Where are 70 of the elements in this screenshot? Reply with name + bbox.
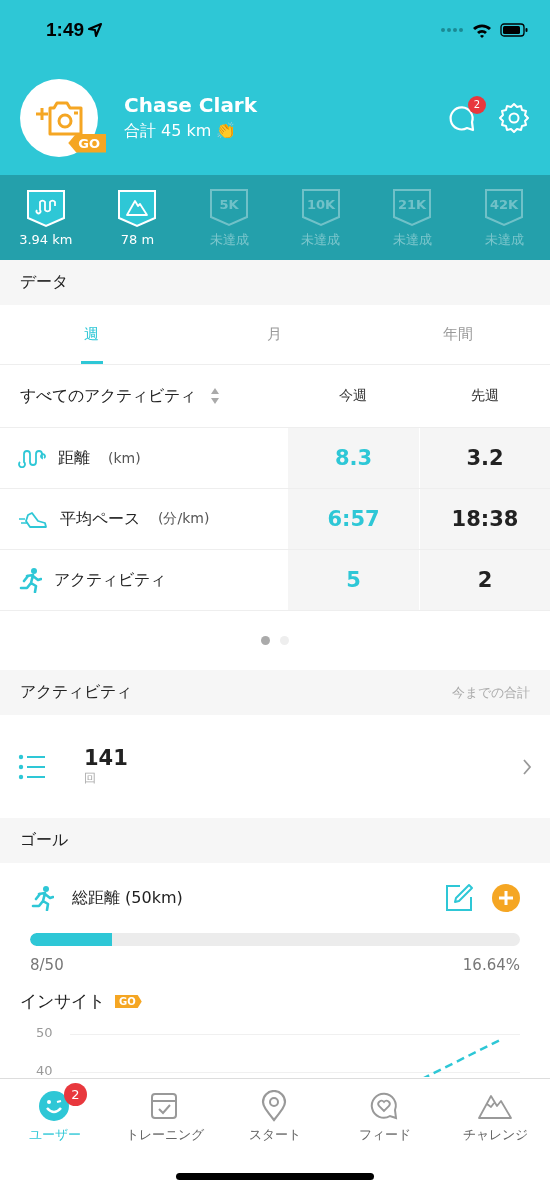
table-cell: 3.2	[419, 428, 550, 488]
battery-icon	[500, 23, 528, 37]
activity-filter[interactable]: すべてのアクティビティ	[20, 385, 196, 407]
go-badge: GO	[115, 995, 142, 1008]
count-unit: 回	[84, 770, 97, 787]
table-cell: 18:38	[419, 489, 550, 549]
achievement-badge[interactable]: 10K	[299, 186, 342, 227]
row-label: アクティビティ	[54, 569, 166, 591]
wave-icon	[18, 448, 46, 468]
chevron-right-icon	[522, 758, 532, 775]
badge-label: 78 m	[120, 232, 155, 247]
smiley-icon	[38, 1090, 72, 1122]
axis-label: 50	[36, 1025, 53, 1040]
row-label: 平均ペース	[60, 508, 140, 530]
unit-label: (km)	[108, 450, 141, 466]
chat-bubble-icon[interactable]	[448, 103, 476, 132]
section-note: 今までの合計	[452, 683, 530, 702]
nav-tab[interactable]: フィード	[353, 1089, 417, 1145]
badge-label: 3.94 km	[19, 232, 73, 247]
activity-list-row[interactable]: 141 回	[0, 715, 550, 818]
notification-badge: 2	[64, 1083, 87, 1106]
period-tab[interactable]: 週	[0, 305, 184, 364]
table-cell: 8.3	[287, 428, 419, 488]
badge-label: 未達成	[484, 230, 524, 249]
unit-label: (分/km)	[158, 510, 210, 528]
section-title: データ	[20, 272, 68, 293]
progress-count: 8/50	[30, 956, 64, 974]
column-header: 先週	[469, 387, 500, 405]
sort-icon[interactable]	[210, 387, 220, 405]
list-icon	[18, 753, 46, 780]
column-header: 今週	[338, 387, 368, 405]
badge-label: 未達成	[209, 230, 249, 249]
settings-icon[interactable]	[498, 101, 530, 134]
achievement-badge[interactable]: 21K	[391, 186, 434, 227]
status-time: 1:49	[46, 19, 85, 41]
activity-count: 141	[84, 746, 129, 770]
achievement-badge[interactable]: 5K	[208, 186, 251, 227]
badge-label: 未達成	[393, 230, 432, 249]
nav-tab[interactable]: チャレンジ	[456, 1089, 534, 1145]
section-title: インサイト	[20, 990, 105, 1013]
notification-badge: 2	[468, 95, 486, 114]
period-tab[interactable]: 月	[183, 305, 367, 364]
table-cell: 6:57	[287, 489, 419, 549]
axis-label: 40	[36, 1063, 53, 1077]
location-arrow-icon	[88, 23, 103, 37]
period-tab[interactable]: 年間	[366, 305, 550, 364]
section-title: アクティビティ	[20, 682, 132, 703]
row-label: 距離	[58, 447, 90, 469]
camera-icon	[34, 99, 84, 136]
achievement-badge[interactable]	[116, 188, 159, 228]
table-cell: 2	[419, 550, 550, 610]
table-cell: 5	[287, 550, 419, 610]
nav-tab[interactable]: トレーニング	[120, 1089, 210, 1145]
achievement-badge[interactable]: 42K	[483, 186, 526, 227]
signal-icon	[440, 27, 464, 33]
edit-icon[interactable]	[444, 883, 474, 913]
achievement-badge[interactable]	[24, 188, 67, 228]
section-title: ゴール	[20, 830, 68, 851]
progress-percent: 16.64%	[462, 956, 520, 974]
shoe-icon	[18, 509, 48, 529]
total-distance: 合計 45 km 👏	[124, 121, 238, 142]
runner-icon	[18, 567, 42, 593]
nav-tab[interactable]: スタート	[243, 1089, 307, 1145]
user-name: Chase Clark	[124, 93, 259, 117]
badge-label: 未達成	[301, 230, 341, 249]
goal-name: 総距離 (50km)	[72, 887, 184, 909]
runner-icon	[30, 885, 54, 911]
page-dot[interactable]	[261, 636, 270, 645]
add-icon[interactable]	[492, 884, 520, 912]
wifi-icon	[472, 22, 492, 38]
